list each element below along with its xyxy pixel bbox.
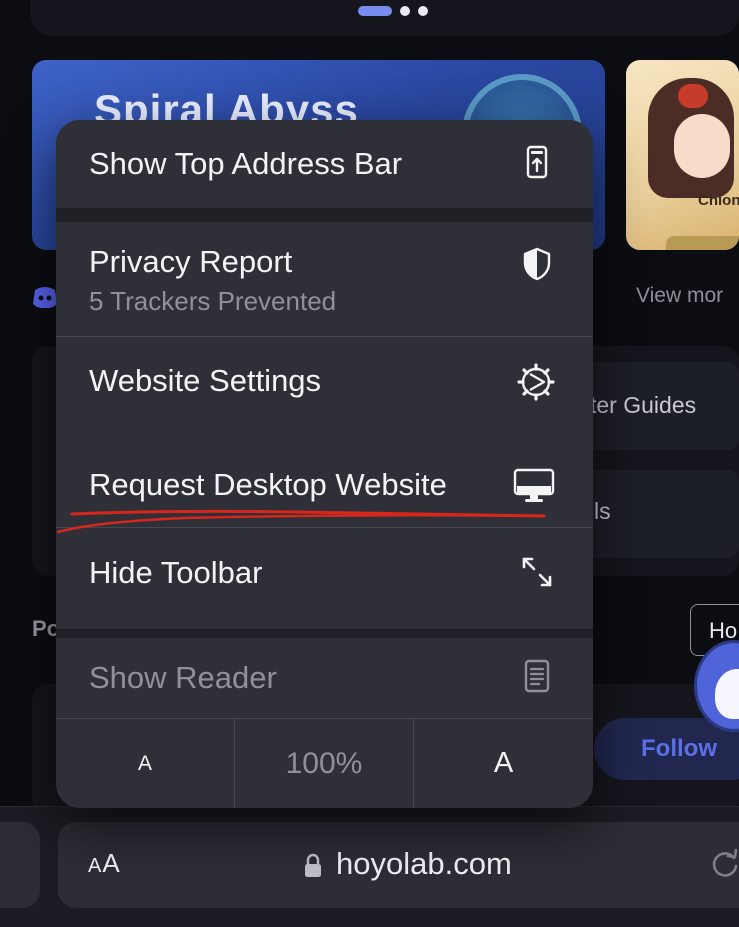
privacy-report-subtitle: 5 Trackers Prevented <box>89 286 337 316</box>
menu-item-request-desktop-website[interactable]: Request Desktop Website <box>56 440 593 527</box>
aa-large-letter: A <box>102 848 121 878</box>
carousel-page-indicator[interactable] <box>358 6 428 16</box>
menu-item-label: Show Reader <box>89 660 277 695</box>
previous-tab-stub[interactable] <box>0 822 40 908</box>
menu-item-label: Website Settings <box>89 363 322 398</box>
menu-group-separator <box>56 208 593 222</box>
zoom-controls: A 100% A <box>56 719 593 808</box>
character-badge <box>666 236 739 250</box>
aa-small-letter: A <box>88 855 103 877</box>
decrease-text-size-button[interactable]: A <box>56 719 234 808</box>
page-dot[interactable] <box>418 6 428 16</box>
menu-item-show-top-address-bar[interactable]: Show Top Address Bar <box>56 120 593 208</box>
zoom-level-value[interactable]: 100% <box>235 719 413 808</box>
lock-icon <box>305 853 321 877</box>
tools-label: ls <box>594 498 611 524</box>
shield-icon <box>523 247 551 281</box>
menu-item-show-reader[interactable]: Show Reader <box>56 638 593 718</box>
character-card[interactable]: Chion ★★★★ <box>626 60 739 250</box>
page-dot-active[interactable] <box>358 6 392 16</box>
view-more-link[interactable]: View mor <box>636 284 723 308</box>
expand-arrows-icon <box>522 557 552 587</box>
reload-icon[interactable] <box>708 846 739 880</box>
page-settings-aa-button[interactable]: AA <box>88 848 121 879</box>
menu-item-hide-toolbar[interactable]: Hide Toolbar <box>56 528 593 629</box>
url-text[interactable]: hoyolab.com <box>336 846 512 882</box>
menu-item-label: Privacy Report <box>89 244 293 279</box>
character-guides-label: ter Guides <box>590 392 697 418</box>
mascot-face <box>715 669 739 719</box>
character-bow <box>678 84 708 108</box>
page-dot[interactable] <box>400 6 410 16</box>
phone-top-bar-icon <box>526 145 548 179</box>
menu-item-label: Show Top Address Bar <box>89 146 403 181</box>
page-menu-popover: Show Top Address Bar Privacy Report 5 Tr… <box>56 120 593 808</box>
reader-document-icon <box>524 659 550 693</box>
desktop-monitor-icon <box>513 468 555 502</box>
menu-item-privacy-report[interactable]: Privacy Report 5 Trackers Prevented <box>56 222 593 336</box>
increase-text-size-button[interactable]: A <box>414 719 593 808</box>
menu-item-website-settings[interactable]: Website Settings <box>56 337 593 440</box>
menu-group-separator <box>56 629 593 638</box>
menu-item-label: Request Desktop Website <box>89 467 447 502</box>
character-name: Chion <box>698 192 739 209</box>
menu-item-label: Hide Toolbar <box>89 555 263 590</box>
gear-icon <box>517 363 555 401</box>
character-face <box>674 114 730 178</box>
